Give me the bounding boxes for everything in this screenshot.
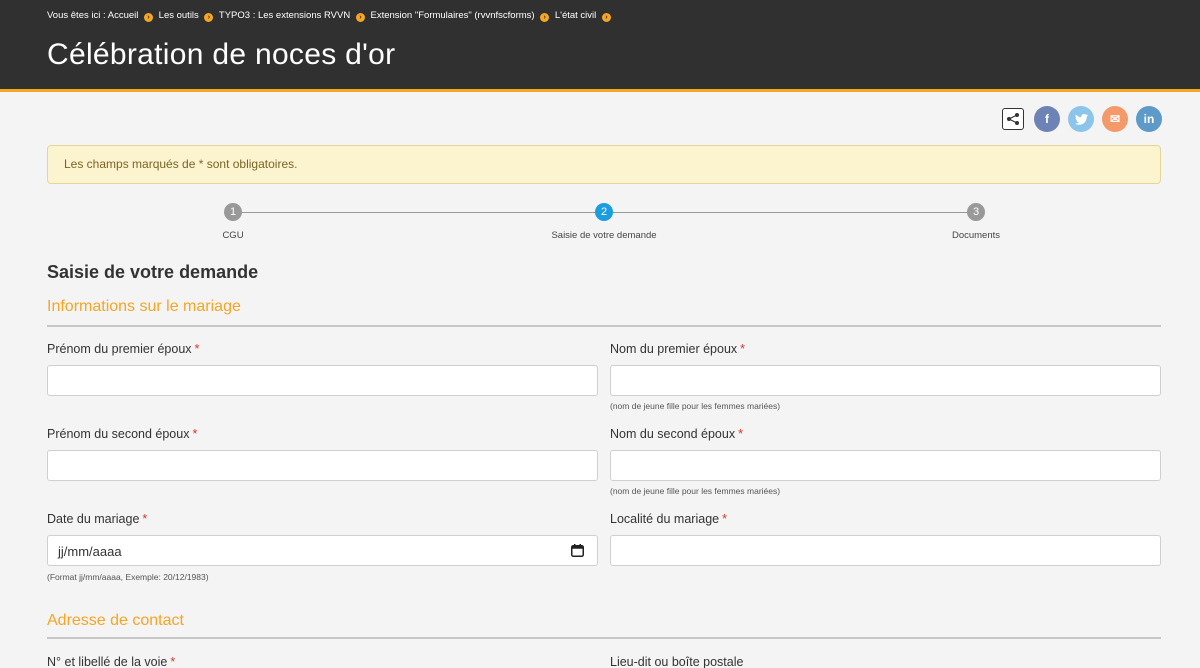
section-title-contact: Adresse de contact bbox=[47, 612, 184, 629]
first-spouse-lastname-label: Nom du premier époux * bbox=[610, 342, 746, 356]
required-marker: * bbox=[192, 427, 198, 441]
street-label: N° et libellé de la voie * bbox=[47, 655, 176, 668]
step-saisie[interactable]: 2 Saisie de votre demande bbox=[504, 203, 704, 241]
step-number: 2 bbox=[595, 203, 613, 221]
second-spouse-lastname-input[interactable] bbox=[610, 450, 1161, 481]
second-spouse-lastname-help: (nom de jeune fille pour les femmes mari… bbox=[610, 486, 781, 496]
required-marker: * bbox=[722, 512, 727, 526]
second-spouse-lastname-label: Nom du second époux * bbox=[610, 427, 743, 441]
section-divider bbox=[47, 637, 1161, 639]
linkedin-icon[interactable]: in bbox=[1136, 106, 1162, 132]
page-title: Célébration de noces d'or bbox=[47, 38, 396, 71]
marriage-date-label: Date du mariage * bbox=[47, 512, 148, 526]
second-spouse-firstname-input[interactable] bbox=[47, 450, 598, 481]
step-label: CGU bbox=[222, 230, 244, 241]
site-header: Vous êtes ici : Accueil › Les outils › T… bbox=[0, 0, 1200, 92]
marriage-date-placeholder: jj/mm/aaaa bbox=[58, 544, 122, 559]
step-number: 3 bbox=[967, 203, 985, 221]
section-title-marriage: Informations sur le mariage bbox=[47, 298, 241, 315]
second-spouse-firstname-label: Prénom du second époux * bbox=[47, 427, 198, 441]
breadcrumb-item-etat-civil[interactable]: L'état civil bbox=[555, 10, 596, 21]
progress-stepper: 1 CGU 2 Saisie de votre demande 3 Docume… bbox=[47, 203, 1161, 243]
locality-box-label: Lieu-dit ou boîte postale bbox=[610, 655, 744, 668]
breadcrumb-item-extension[interactable]: Extension "Formulaires" (rvvnfscforms) bbox=[371, 10, 535, 21]
required-marker: * bbox=[740, 342, 746, 356]
marriage-date-input[interactable]: jj/mm/aaaa bbox=[47, 535, 598, 566]
required-marker: * bbox=[170, 655, 176, 668]
twitter-icon[interactable] bbox=[1068, 106, 1094, 132]
first-spouse-lastname-input[interactable] bbox=[610, 365, 1161, 396]
chevron-down-icon: › bbox=[601, 13, 611, 22]
step-label: Documents bbox=[951, 230, 1001, 241]
required-marker: * bbox=[194, 342, 200, 356]
step-number: 1 bbox=[224, 203, 242, 221]
chevron-right-icon: › bbox=[144, 13, 154, 22]
section-divider bbox=[47, 325, 1161, 327]
required-marker: * bbox=[738, 427, 743, 441]
breadcrumb-item-outils[interactable]: Les outils bbox=[159, 10, 199, 21]
breadcrumb-prefix: Vous êtes ici : bbox=[47, 10, 106, 21]
chevron-right-icon: › bbox=[355, 13, 365, 22]
required-fields-alert: Les champs marqués de * sont obligatoire… bbox=[47, 145, 1161, 184]
marriage-locality-label: Localité du mariage * bbox=[610, 512, 727, 526]
first-spouse-firstname-input[interactable] bbox=[47, 365, 598, 396]
required-marker: * bbox=[142, 512, 148, 526]
calendar-icon[interactable] bbox=[571, 544, 584, 557]
marriage-locality-input[interactable] bbox=[610, 535, 1161, 566]
marriage-date-help: (Format jj/mm/aaaa, Exemple: 20/12/1983) bbox=[47, 572, 209, 582]
share-bar: f ✉ in bbox=[1002, 106, 1162, 132]
email-icon[interactable]: ✉ bbox=[1102, 106, 1128, 132]
breadcrumb: Vous êtes ici : Accueil › Les outils › T… bbox=[47, 10, 614, 22]
chevron-right-icon: › bbox=[204, 13, 214, 22]
chevron-right-icon: › bbox=[540, 13, 550, 22]
form-heading: Saisie de votre demande bbox=[47, 262, 259, 282]
breadcrumb-item-typo3[interactable]: TYPO3 : Les extensions RVVN bbox=[219, 10, 350, 21]
breadcrumb-item-accueil[interactable]: Accueil bbox=[108, 10, 139, 21]
first-spouse-firstname-label: Prénom du premier époux * bbox=[47, 342, 200, 356]
share-icon[interactable] bbox=[1002, 108, 1024, 130]
step-cgu[interactable]: 1 CGU bbox=[133, 203, 333, 241]
step-documents[interactable]: 3 Documents bbox=[876, 203, 1076, 241]
step-label: Saisie de votre demande bbox=[551, 230, 657, 241]
first-spouse-lastname-help: (nom de jeune fille pour les femmes mari… bbox=[610, 401, 781, 411]
facebook-icon[interactable]: f bbox=[1034, 106, 1060, 132]
